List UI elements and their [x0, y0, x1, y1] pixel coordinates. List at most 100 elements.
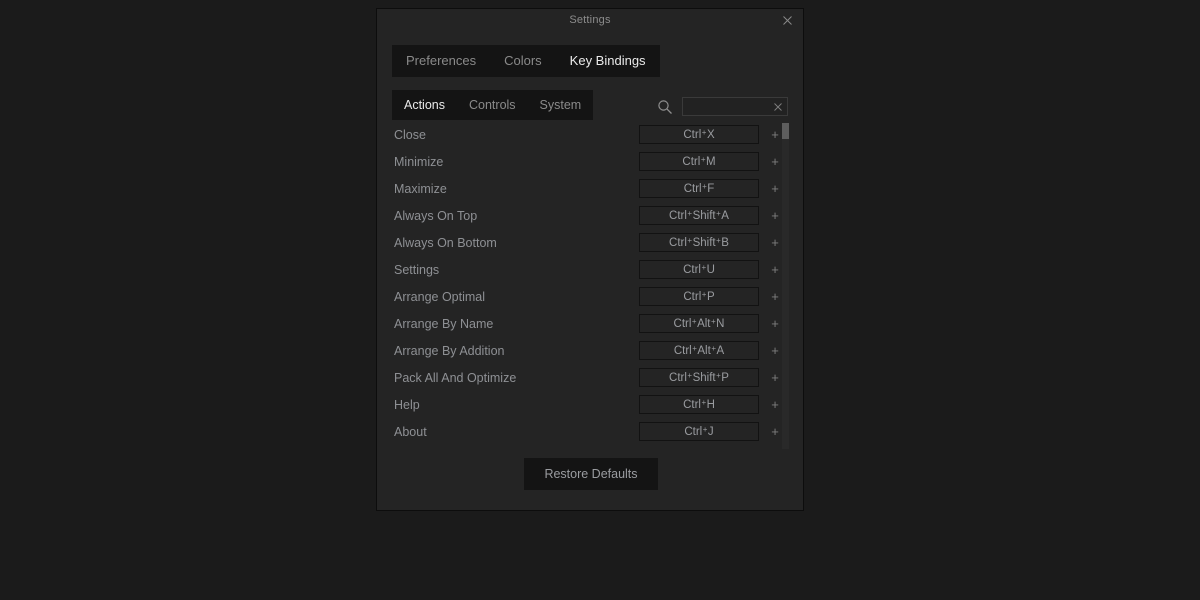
key-separator: + [711, 317, 717, 326]
sub-tab-strip: ActionsControlsSystem [392, 90, 593, 120]
add-binding-button[interactable]: + [768, 154, 782, 169]
key-part: Ctrl [682, 156, 700, 168]
key-part: J [708, 426, 714, 438]
key-part: P [707, 291, 715, 303]
key-part: Alt [697, 318, 710, 330]
key-part: A [721, 210, 729, 222]
binding-action-label: Help [392, 398, 639, 412]
key-part: Ctrl [683, 399, 701, 411]
binding-row: CloseCtrl+X + [392, 121, 790, 148]
binding-key-button[interactable]: Ctrl+Shift+A [639, 206, 759, 225]
subtab-controls[interactable]: Controls [457, 90, 528, 120]
add-binding-button[interactable]: + [768, 370, 782, 385]
title-bar: Settings [377, 9, 803, 31]
main-tab-strip: PreferencesColorsKey Bindings [392, 45, 660, 77]
search-area [657, 97, 788, 116]
binding-key-button[interactable]: Ctrl+Shift+P [639, 368, 759, 387]
window-title: Settings [569, 14, 610, 26]
binding-key-button[interactable]: Ctrl+P [639, 287, 759, 306]
tab-colors[interactable]: Colors [490, 45, 556, 77]
binding-action-label: Arrange By Addition [392, 344, 639, 358]
key-part: Ctrl [683, 264, 701, 276]
add-binding-button[interactable]: + [768, 289, 782, 304]
key-part: Shift [693, 210, 716, 222]
key-separator: + [701, 263, 707, 272]
binding-key-button[interactable]: Ctrl+X [639, 125, 759, 144]
close-icon [783, 16, 792, 25]
key-part: M [706, 156, 716, 168]
search-input[interactable] [683, 98, 848, 115]
binding-action-label: Pack All And Optimize [392, 371, 639, 385]
clear-search-button[interactable] [771, 100, 784, 113]
key-separator: + [700, 155, 706, 164]
binding-row: Pack All And OptimizeCtrl+Shift+P + [392, 364, 790, 391]
key-part: F [707, 183, 714, 195]
add-binding-button[interactable]: + [768, 235, 782, 250]
binding-key-button[interactable]: Ctrl+Shift+B [639, 233, 759, 252]
settings-dialog: Settings PreferencesColorsKey Bindings A… [376, 8, 804, 511]
binding-action-label: Always On Top [392, 209, 639, 223]
key-part: Shift [693, 237, 716, 249]
binding-action-label: About [392, 425, 639, 439]
key-part: B [721, 237, 729, 249]
add-binding-button[interactable]: + [768, 127, 782, 142]
binding-row: Always On BottomCtrl+Shift+B+ [392, 229, 790, 256]
key-part: Ctrl [683, 291, 701, 303]
subtab-system[interactable]: System [528, 90, 594, 120]
binding-action-label: Arrange By Name [392, 317, 639, 331]
key-part: Ctrl [684, 426, 702, 438]
key-part: H [707, 399, 715, 411]
binding-key-button[interactable]: Ctrl+M [639, 152, 759, 171]
tab-preferences[interactable]: Preferences [392, 45, 490, 77]
add-binding-button[interactable]: + [768, 181, 782, 196]
binding-key-button[interactable]: Ctrl+J [639, 422, 759, 441]
list-scrollbar-track[interactable] [782, 123, 789, 449]
add-binding-button[interactable]: + [768, 424, 782, 439]
add-binding-button[interactable]: + [768, 316, 782, 331]
list-scrollbar-thumb[interactable] [782, 123, 789, 139]
key-part: Ctrl [669, 237, 687, 249]
binding-action-label: Always On Bottom [392, 236, 639, 250]
binding-row: Arrange OptimalCtrl+P + [392, 283, 790, 310]
binding-key-button[interactable]: Ctrl+F [639, 179, 759, 198]
binding-row: Always On TopCtrl+Shift+A+ [392, 202, 790, 229]
binding-row: MaximizeCtrl+F+ [392, 175, 790, 202]
binding-row: Arrange By NameCtrl+Alt+N+ [392, 310, 790, 337]
binding-row: HelpCtrl+H+ [392, 391, 790, 418]
add-binding-button[interactable]: + [768, 262, 782, 277]
subtab-actions[interactable]: Actions [392, 90, 457, 120]
binding-action-label: Minimize [392, 155, 639, 169]
key-part: Shift [693, 372, 716, 384]
key-part: Ctrl [674, 345, 692, 357]
key-part: N [716, 318, 724, 330]
binding-row: SettingsCtrl+U+ [392, 256, 790, 283]
close-window-button[interactable] [779, 12, 795, 28]
add-binding-button[interactable]: + [768, 343, 782, 358]
search-box [682, 97, 788, 116]
key-separator: + [716, 236, 722, 245]
restore-defaults-button[interactable]: Restore Defaults [524, 458, 658, 490]
tab-key-bindings[interactable]: Key Bindings [556, 45, 660, 77]
key-separator: + [702, 425, 708, 434]
key-part: Ctrl [669, 372, 687, 384]
key-separator: + [687, 236, 693, 245]
add-binding-button[interactable]: + [768, 208, 782, 223]
key-part: U [707, 264, 715, 276]
binding-key-button[interactable]: Ctrl+U [639, 260, 759, 279]
binding-key-button[interactable]: Ctrl+H [639, 395, 759, 414]
binding-key-button[interactable]: Ctrl+Alt+A [639, 341, 759, 360]
add-binding-button[interactable]: + [768, 397, 782, 412]
key-part: Ctrl [684, 183, 702, 195]
binding-row: MinimizeCtrl+M+ [392, 148, 790, 175]
binding-action-label: Maximize [392, 182, 639, 196]
key-separator: + [687, 209, 693, 218]
binding-action-label: Close [392, 128, 639, 142]
key-part: Ctrl [669, 210, 687, 222]
binding-key-button[interactable]: Ctrl+Alt+N [639, 314, 759, 333]
key-separator: + [716, 209, 722, 218]
key-separator: + [702, 182, 708, 191]
key-separator: + [701, 398, 707, 407]
key-bindings-list: CloseCtrl+X+MinimizeCtrl+M+MaximizeCtrl+… [392, 121, 790, 449]
binding-action-label: Arrange Optimal [392, 290, 639, 304]
close-icon [774, 103, 782, 111]
